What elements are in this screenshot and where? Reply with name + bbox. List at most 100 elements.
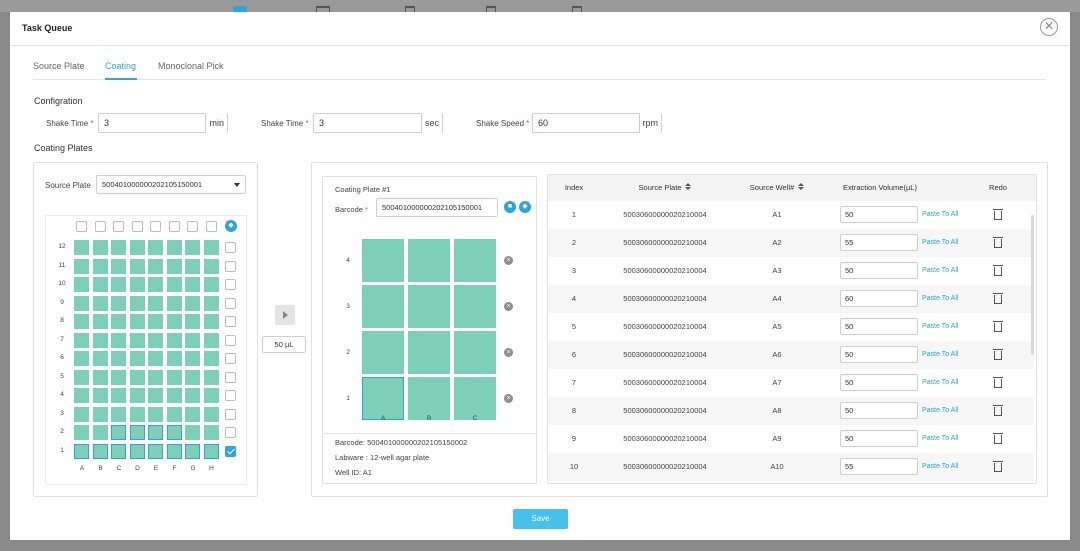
clear-row-icon[interactable]: × bbox=[504, 348, 513, 357]
plate-well[interactable] bbox=[111, 388, 126, 403]
plate-well[interactable] bbox=[166, 258, 182, 274]
plate-well[interactable] bbox=[166, 443, 182, 459]
plate-well[interactable] bbox=[203, 277, 219, 292]
trash-icon[interactable] bbox=[993, 377, 1003, 388]
plate-well[interactable] bbox=[74, 258, 89, 274]
clear-selection-icon[interactable]: ◆ bbox=[225, 220, 237, 232]
plate-well[interactable] bbox=[166, 369, 182, 385]
plate-well[interactable] bbox=[129, 406, 145, 422]
plate-well[interactable] bbox=[111, 277, 126, 292]
plate-well[interactable] bbox=[185, 314, 200, 329]
plate-well[interactable] bbox=[129, 332, 145, 348]
plate-well[interactable] bbox=[166, 388, 182, 403]
trash-icon[interactable] bbox=[993, 405, 1003, 416]
plate-well[interactable] bbox=[166, 332, 182, 348]
plate-well[interactable] bbox=[111, 351, 126, 366]
trash-icon[interactable] bbox=[993, 321, 1003, 332]
plate-well[interactable] bbox=[148, 258, 163, 274]
trash-icon[interactable] bbox=[993, 237, 1003, 248]
plate-well[interactable] bbox=[92, 332, 108, 348]
plate-well[interactable] bbox=[74, 240, 89, 255]
plate-well[interactable] bbox=[203, 240, 219, 255]
column-checkbox[interactable] bbox=[150, 221, 161, 232]
extraction-volume-input[interactable]: 50 bbox=[840, 374, 918, 391]
plate-well[interactable] bbox=[111, 314, 126, 329]
coating-well[interactable] bbox=[362, 331, 404, 374]
plate-well[interactable] bbox=[111, 443, 126, 459]
extraction-volume-input[interactable]: 50 bbox=[840, 402, 918, 419]
paste-to-all-link[interactable]: Paste To All bbox=[922, 397, 958, 425]
plate-well[interactable] bbox=[148, 295, 163, 311]
coating-well[interactable] bbox=[362, 285, 404, 328]
plate-well[interactable] bbox=[129, 443, 145, 459]
plate-well[interactable] bbox=[203, 443, 219, 459]
plate-well[interactable] bbox=[111, 240, 126, 255]
plate-well[interactable] bbox=[111, 258, 126, 274]
paste-to-all-link[interactable]: Paste To All bbox=[922, 201, 958, 229]
plate-well[interactable] bbox=[129, 369, 145, 385]
plate-well[interactable] bbox=[148, 277, 163, 292]
row-checkbox[interactable] bbox=[225, 297, 236, 309]
close-icon[interactable]: ✕ bbox=[1040, 18, 1058, 36]
coating-well[interactable] bbox=[454, 377, 496, 420]
plate-well[interactable] bbox=[111, 425, 126, 440]
shake-time-sec-input[interactable]: 3 sec bbox=[313, 113, 443, 133]
plate-well[interactable] bbox=[92, 406, 108, 422]
coating-well[interactable] bbox=[454, 239, 496, 282]
plate-well[interactable] bbox=[129, 240, 145, 255]
column-checkbox[interactable] bbox=[168, 221, 180, 232]
column-checkbox[interactable] bbox=[76, 221, 87, 232]
plate-well[interactable] bbox=[74, 332, 89, 348]
extraction-volume-input[interactable]: 50 bbox=[840, 318, 918, 335]
clear-barcode-icon[interactable]: ◆ bbox=[519, 201, 531, 213]
paste-to-all-link[interactable]: Paste To All bbox=[922, 285, 958, 313]
clear-row-icon[interactable]: × bbox=[504, 256, 513, 265]
plate-well[interactable] bbox=[148, 443, 163, 459]
extraction-volume-input[interactable]: 50 bbox=[840, 206, 918, 223]
plate-well[interactable] bbox=[74, 369, 89, 385]
tab-source-plate[interactable]: Source Plate bbox=[33, 61, 85, 71]
plate-well[interactable] bbox=[129, 258, 145, 274]
plate-well[interactable] bbox=[203, 351, 219, 366]
row-checkbox[interactable] bbox=[225, 427, 236, 438]
extraction-volume-input[interactable]: 60 bbox=[840, 290, 918, 307]
row-checkbox[interactable] bbox=[225, 316, 236, 327]
plate-well[interactable] bbox=[148, 314, 163, 329]
plate-well[interactable] bbox=[185, 425, 200, 440]
extraction-volume-input[interactable]: 50 bbox=[840, 262, 918, 279]
plate-well[interactable] bbox=[92, 351, 108, 366]
clear-row-icon[interactable]: × bbox=[504, 302, 513, 311]
plate-well[interactable] bbox=[92, 425, 108, 440]
col-source-well-header[interactable]: Source Well# bbox=[726, 175, 828, 201]
coating-well[interactable] bbox=[408, 285, 450, 328]
plate-well[interactable] bbox=[185, 277, 200, 292]
coating-well[interactable] bbox=[408, 331, 450, 374]
coating-well[interactable] bbox=[362, 239, 404, 282]
plate-well[interactable] bbox=[74, 295, 89, 311]
plate-well[interactable] bbox=[185, 369, 200, 385]
plate-well[interactable] bbox=[129, 425, 145, 440]
plate-well[interactable] bbox=[148, 425, 163, 440]
coating-well[interactable] bbox=[362, 377, 404, 420]
plate-well[interactable] bbox=[203, 314, 219, 329]
plate-well[interactable] bbox=[203, 369, 219, 385]
paste-to-all-link[interactable]: Paste To All bbox=[922, 425, 958, 453]
delete-barcode-icon[interactable]: ■ bbox=[504, 201, 516, 213]
plate-well[interactable] bbox=[74, 443, 89, 459]
tab-monoclonal-pick[interactable]: Monoclonal Pick bbox=[158, 61, 224, 71]
row-checkbox[interactable] bbox=[225, 242, 236, 253]
plate-well[interactable] bbox=[92, 258, 108, 274]
row-checkbox[interactable] bbox=[225, 408, 236, 420]
plate-well[interactable] bbox=[129, 388, 145, 403]
plate-well[interactable] bbox=[129, 295, 145, 311]
barcode-input[interactable]: 500401000000202105150001 bbox=[376, 198, 498, 217]
paste-to-all-link[interactable]: Paste To All bbox=[922, 313, 958, 341]
row-checkbox[interactable] bbox=[225, 279, 236, 290]
plate-well[interactable] bbox=[148, 388, 163, 403]
coating-well[interactable] bbox=[408, 239, 450, 282]
plate-well[interactable] bbox=[92, 277, 108, 292]
plate-well[interactable] bbox=[148, 351, 163, 366]
extraction-volume-input[interactable]: 50 bbox=[840, 430, 918, 447]
coating-well[interactable] bbox=[454, 331, 496, 374]
plate-well[interactable] bbox=[166, 351, 182, 366]
